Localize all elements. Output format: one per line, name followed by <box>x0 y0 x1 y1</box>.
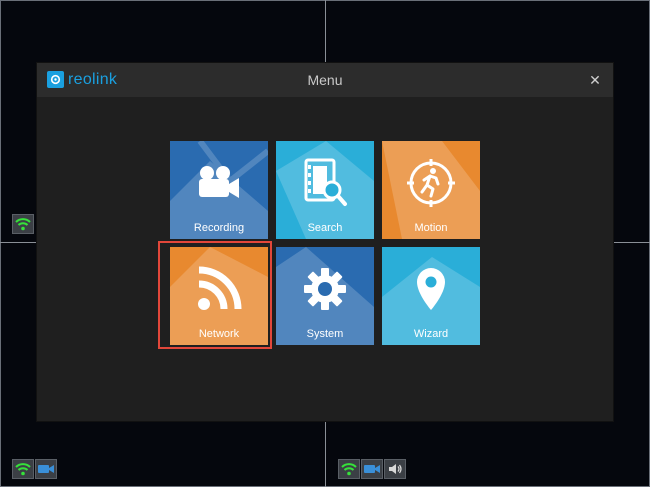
motion-icon <box>382 155 480 211</box>
channel4-video-camera-icon <box>361 459 383 479</box>
menu-dialog: reolink Menu ✕ <box>37 63 613 421</box>
selection-highlight <box>158 241 272 349</box>
location-pin-icon <box>382 261 480 317</box>
film-search-icon <box>276 155 374 211</box>
camera-icon <box>170 155 268 211</box>
channel4-wifi-icon <box>338 459 360 479</box>
tile-motion[interactable]: Motion <box>382 141 480 239</box>
channel3-wifi-icon <box>12 459 34 479</box>
menu-title: Menu <box>307 72 343 88</box>
tile-system-label: System <box>306 328 344 340</box>
channel4-speaker-icon <box>384 459 406 479</box>
menu-titlebar: reolink Menu ✕ <box>37 63 613 97</box>
gear-icon <box>276 261 374 317</box>
tile-recording-label: Recording <box>193 222 245 234</box>
tile-wizard[interactable]: Wizard <box>382 247 480 345</box>
tile-system[interactable]: System <box>276 247 374 345</box>
tile-recording[interactable]: Recording <box>170 141 268 239</box>
channel1-wifi-icon <box>12 214 34 234</box>
tile-motion-label: Motion <box>414 222 448 234</box>
close-button[interactable]: ✕ <box>585 70 605 90</box>
tile-search-label: Search <box>307 222 343 234</box>
channel3-video-camera-icon <box>35 459 57 479</box>
tile-wizard-label: Wizard <box>413 328 449 340</box>
tile-search[interactable]: Search <box>276 141 374 239</box>
